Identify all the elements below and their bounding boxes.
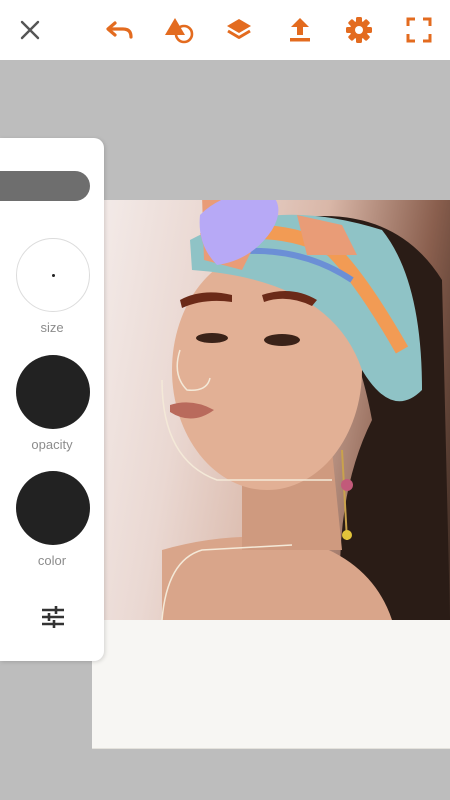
undo-button[interactable] <box>100 10 140 50</box>
fullscreen-button[interactable] <box>399 10 439 50</box>
portrait-illustration <box>161 200 450 620</box>
export-button[interactable] <box>280 10 320 50</box>
gear-icon <box>346 17 372 43</box>
opacity-swatch[interactable] <box>16 355 90 429</box>
settings-button[interactable] <box>339 10 379 50</box>
size-label: size <box>40 320 64 335</box>
size-control[interactable] <box>16 238 90 312</box>
opacity-label: opacity <box>31 437 73 452</box>
adjust-settings-button[interactable] <box>38 602 68 632</box>
shapes-button[interactable] <box>159 10 199 50</box>
fullscreen-icon <box>406 17 432 43</box>
size-preview-dot <box>52 274 55 277</box>
brush-slider[interactable] <box>0 171 90 201</box>
photo-layer[interactable] <box>92 200 450 620</box>
top-toolbar <box>0 0 450 60</box>
undo-icon <box>106 21 133 39</box>
layers-icon <box>227 19 251 39</box>
upload-icon <box>290 18 310 42</box>
sliders-icon <box>42 606 64 628</box>
color-label: color <box>37 553 67 568</box>
shapes-icon <box>165 18 194 44</box>
layers-button[interactable] <box>219 10 259 50</box>
close-icon <box>20 20 40 40</box>
brush-properties-panel: size opacity color <box>0 138 104 661</box>
color-swatch[interactable] <box>16 471 90 545</box>
close-button[interactable] <box>10 10 50 50</box>
